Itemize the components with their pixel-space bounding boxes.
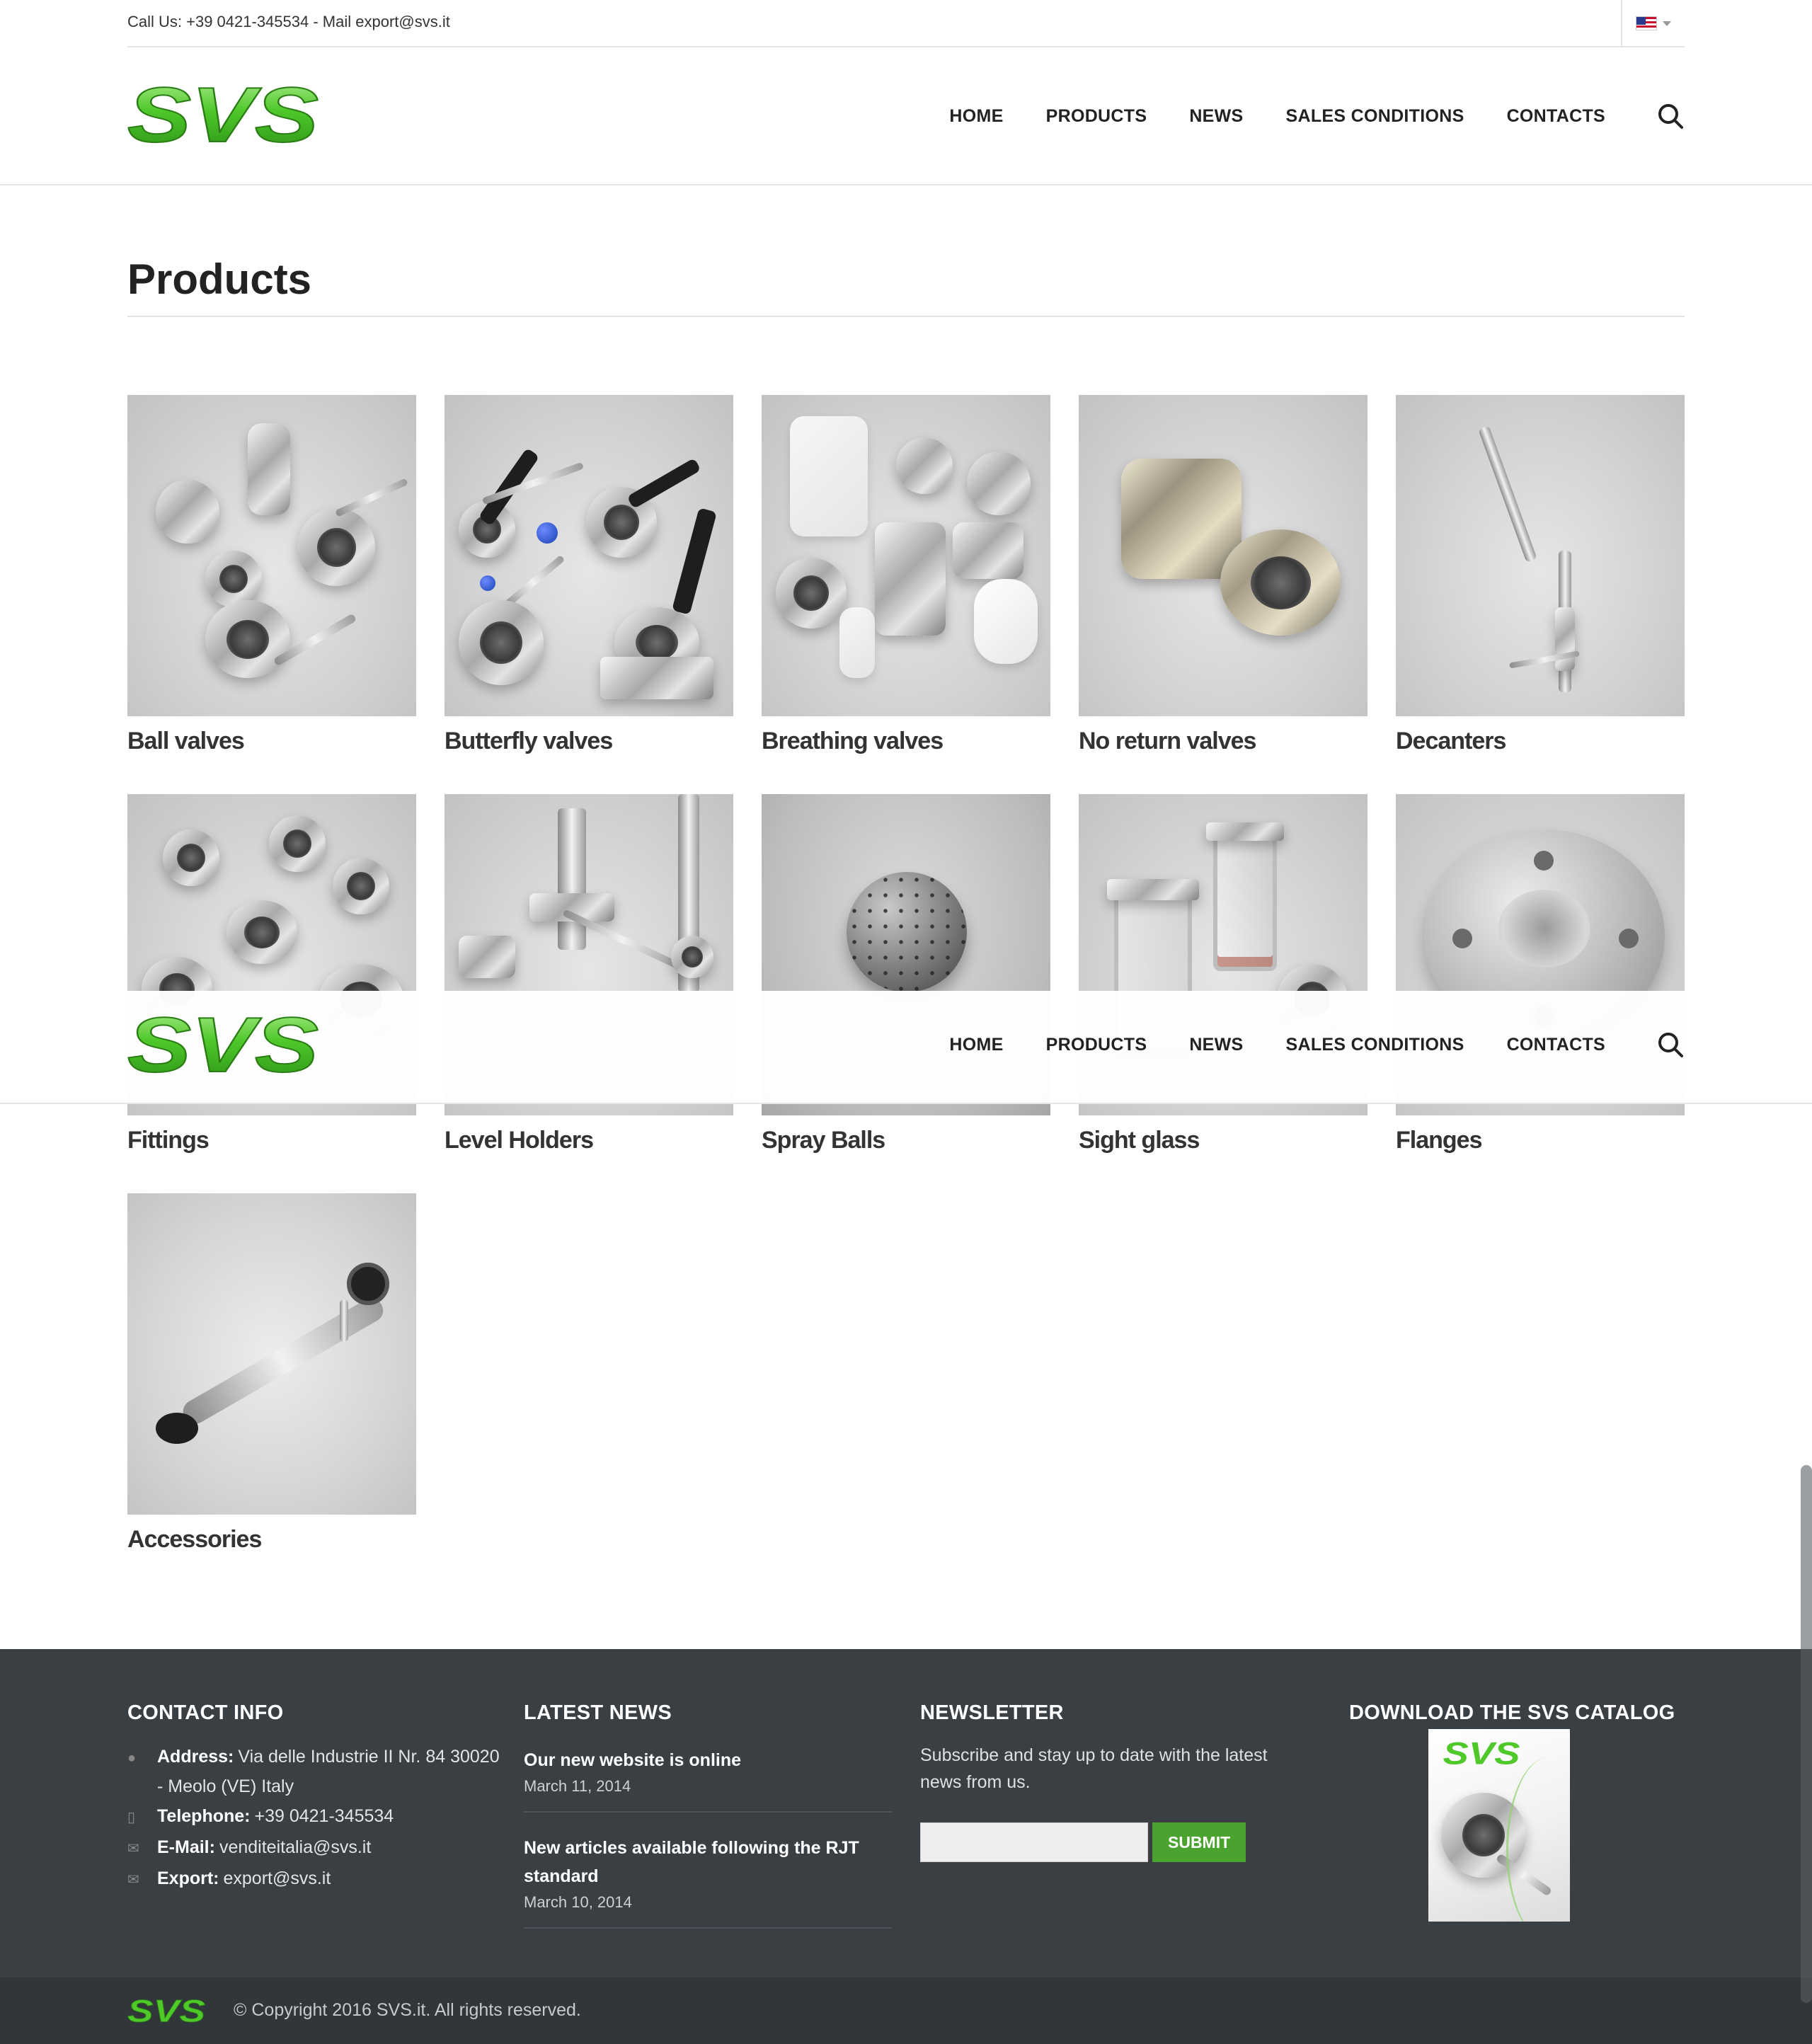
main-nav: HOME PRODUCTS NEWS SALES CONDITIONS CONT… <box>949 102 1685 130</box>
footer-heading: DOWNLOAD THE SVS CATALOG <box>1349 1701 1675 1724</box>
product-card-no-return-valves[interactable]: No return valves <box>1079 395 1367 755</box>
newsletter-text: Subscribe and stay up to date with the l… <box>920 1745 1268 1792</box>
nav-news[interactable]: NEWS <box>1189 106 1243 127</box>
product-image <box>1079 395 1367 716</box>
product-image <box>762 395 1050 716</box>
address-line2: - Meolo (VE) Italy <box>157 1776 294 1796</box>
news-date: March 11, 2014 <box>524 1777 631 1795</box>
product-image <box>445 395 733 716</box>
svg-text:SVS: SVS <box>127 1009 319 1083</box>
product-card-butterfly-valves[interactable]: Butterfly valves <box>445 395 733 755</box>
product-card-breathing-valves[interactable]: Breathing valves <box>762 395 1050 755</box>
email-value[interactable]: venditeitalia@svs.it <box>219 1837 371 1857</box>
us-flag-icon <box>1636 16 1657 30</box>
address-line1: Via delle Industrie II Nr. 84 30020 <box>238 1747 500 1767</box>
top-contact-line: Call Us: +39 0421-345534 - Mail export@s… <box>127 13 450 30</box>
svs-logo[interactable]: SVS <box>127 1009 319 1083</box>
nav-home[interactable]: HOME <box>949 106 1003 127</box>
nav-news[interactable]: NEWS <box>1189 1035 1243 1055</box>
title-divider <box>127 316 1685 317</box>
footer-bottom-bar: SVS © Copyright 2016 SVS.it. All rights … <box>0 1977 1812 2044</box>
nav-contacts[interactable]: CONTACTS <box>1507 1035 1605 1055</box>
export-value[interactable]: export@svs.it <box>224 1868 331 1888</box>
footer-heading: CONTACT INFO <box>127 1701 284 1724</box>
product-image <box>127 1193 416 1515</box>
product-card-ball-valves[interactable]: Ball valves <box>127 395 416 755</box>
svs-logo[interactable]: SVS <box>127 1996 205 2027</box>
product-image <box>1396 395 1685 716</box>
product-label: Ball valves <box>127 728 245 754</box>
envelope-icon: ✉ <box>127 1872 139 1888</box>
submit-button[interactable]: SUBMIT <box>1152 1822 1246 1862</box>
footer: CONTACT INFO ● Address: Via delle Industr… <box>0 1649 1812 1977</box>
nav-home[interactable]: HOME <box>949 1035 1003 1055</box>
export-row: ✉ Export: export@svs.it <box>127 1864 510 1895</box>
product-label: Accessories <box>127 1526 262 1553</box>
nav-sales-conditions[interactable]: SALES CONDITIONS <box>1286 106 1464 127</box>
scrollbar-thumb[interactable] <box>1801 1465 1812 2003</box>
email-label: E-Mail: <box>157 1837 215 1857</box>
newsletter-email-input[interactable] <box>920 1822 1148 1862</box>
svs-logo[interactable]: SVS <box>127 79 319 153</box>
map-pin-icon: ● <box>127 1750 137 1766</box>
product-label: Fittings <box>127 1127 210 1154</box>
newsletter-form: SUBMIT <box>920 1822 1302 1862</box>
news-item: Our new website is online March 11, 2014 <box>524 1742 892 1813</box>
footer-heading: LATEST NEWS <box>524 1701 672 1724</box>
svg-text:SVS: SVS <box>127 79 319 153</box>
product-card-accessories[interactable]: Accessories <box>127 1193 416 1554</box>
svg-text:SVS: SVS <box>1443 1739 1520 1769</box>
search-icon[interactable] <box>1656 102 1685 130</box>
news-date: March 10, 2014 <box>524 1893 632 1911</box>
email-row: ✉ E-Mail: venditeitalia@svs.it <box>127 1832 510 1864</box>
telephone-label: Telephone: <box>157 1806 251 1826</box>
product-label: Flanges <box>1396 1127 1482 1154</box>
top-bar: Call Us: +39 0421-345534 - Mail export@s… <box>0 0 1812 48</box>
news-title-link[interactable]: Our new website is online <box>524 1746 892 1774</box>
footer-contact-info: CONTACT INFO ● Address: Via delle Industr… <box>127 1701 510 1895</box>
footer-latest-news: LATEST NEWS Our new website is online Ma… <box>524 1701 906 1946</box>
product-label: Sight glass <box>1079 1127 1200 1154</box>
export-label: Export: <box>157 1868 219 1888</box>
product-image <box>127 395 416 716</box>
page-title: Products <box>127 256 312 303</box>
copyright-text: © Copyright 2016 SVS.it. All rights rese… <box>234 2000 581 2020</box>
svg-text:SVS: SVS <box>127 1996 205 2027</box>
site-header: SVS HOME PRODUCTS NEWS SALES CONDITIONS … <box>0 48 1812 185</box>
chevron-down-icon <box>1663 21 1671 26</box>
language-switcher[interactable] <box>1621 0 1685 47</box>
sticky-header: SVS HOME PRODUCTS NEWS SALES CONDITIONS … <box>0 991 1812 1104</box>
news-title-link[interactable]: New articles available following the RJT… <box>524 1834 892 1890</box>
catalog-cover-image[interactable]: SVS <box>1428 1729 1570 1922</box>
nav-sales-conditions[interactable]: SALES CONDITIONS <box>1286 1035 1464 1055</box>
search-icon[interactable] <box>1656 1030 1685 1059</box>
nav-products[interactable]: PRODUCTS <box>1046 1035 1147 1055</box>
telephone-value[interactable]: +39 0421-345534 <box>254 1806 394 1826</box>
telephone-row: ▯ Telephone: +39 0421-345534 <box>127 1801 510 1832</box>
svs-logo: SVS <box>1443 1739 1520 1769</box>
nav-products[interactable]: PRODUCTS <box>1046 106 1147 127</box>
footer-catalog: DOWNLOAD THE SVS CATALOG SVS <box>1349 1701 1682 1922</box>
product-label: Breathing valves <box>762 728 944 754</box>
product-label: Decanters <box>1396 728 1506 754</box>
footer-newsletter: NEWSLETTER Subscribe and stay up to date… <box>920 1701 1302 1862</box>
address-label: Address: <box>157 1747 234 1767</box>
phone-icon: ▯ <box>127 1810 136 1825</box>
product-label: Spray Balls <box>762 1127 885 1154</box>
news-item: New articles available following the RJT… <box>524 1830 892 1929</box>
footer-heading: NEWSLETTER <box>920 1701 1064 1724</box>
address-row: ● Address: Via delle Industrie II Nr. 84 … <box>127 1742 510 1801</box>
sticky-nav: HOME PRODUCTS NEWS SALES CONDITIONS CONT… <box>949 1030 1685 1059</box>
envelope-icon: ✉ <box>127 1841 139 1856</box>
product-label: Level Holders <box>445 1127 594 1154</box>
product-card-decanters[interactable]: Decanters <box>1396 395 1685 755</box>
nav-contacts[interactable]: CONTACTS <box>1507 106 1605 127</box>
product-label: No return valves <box>1079 728 1256 754</box>
product-label: Butterfly valves <box>445 728 613 754</box>
